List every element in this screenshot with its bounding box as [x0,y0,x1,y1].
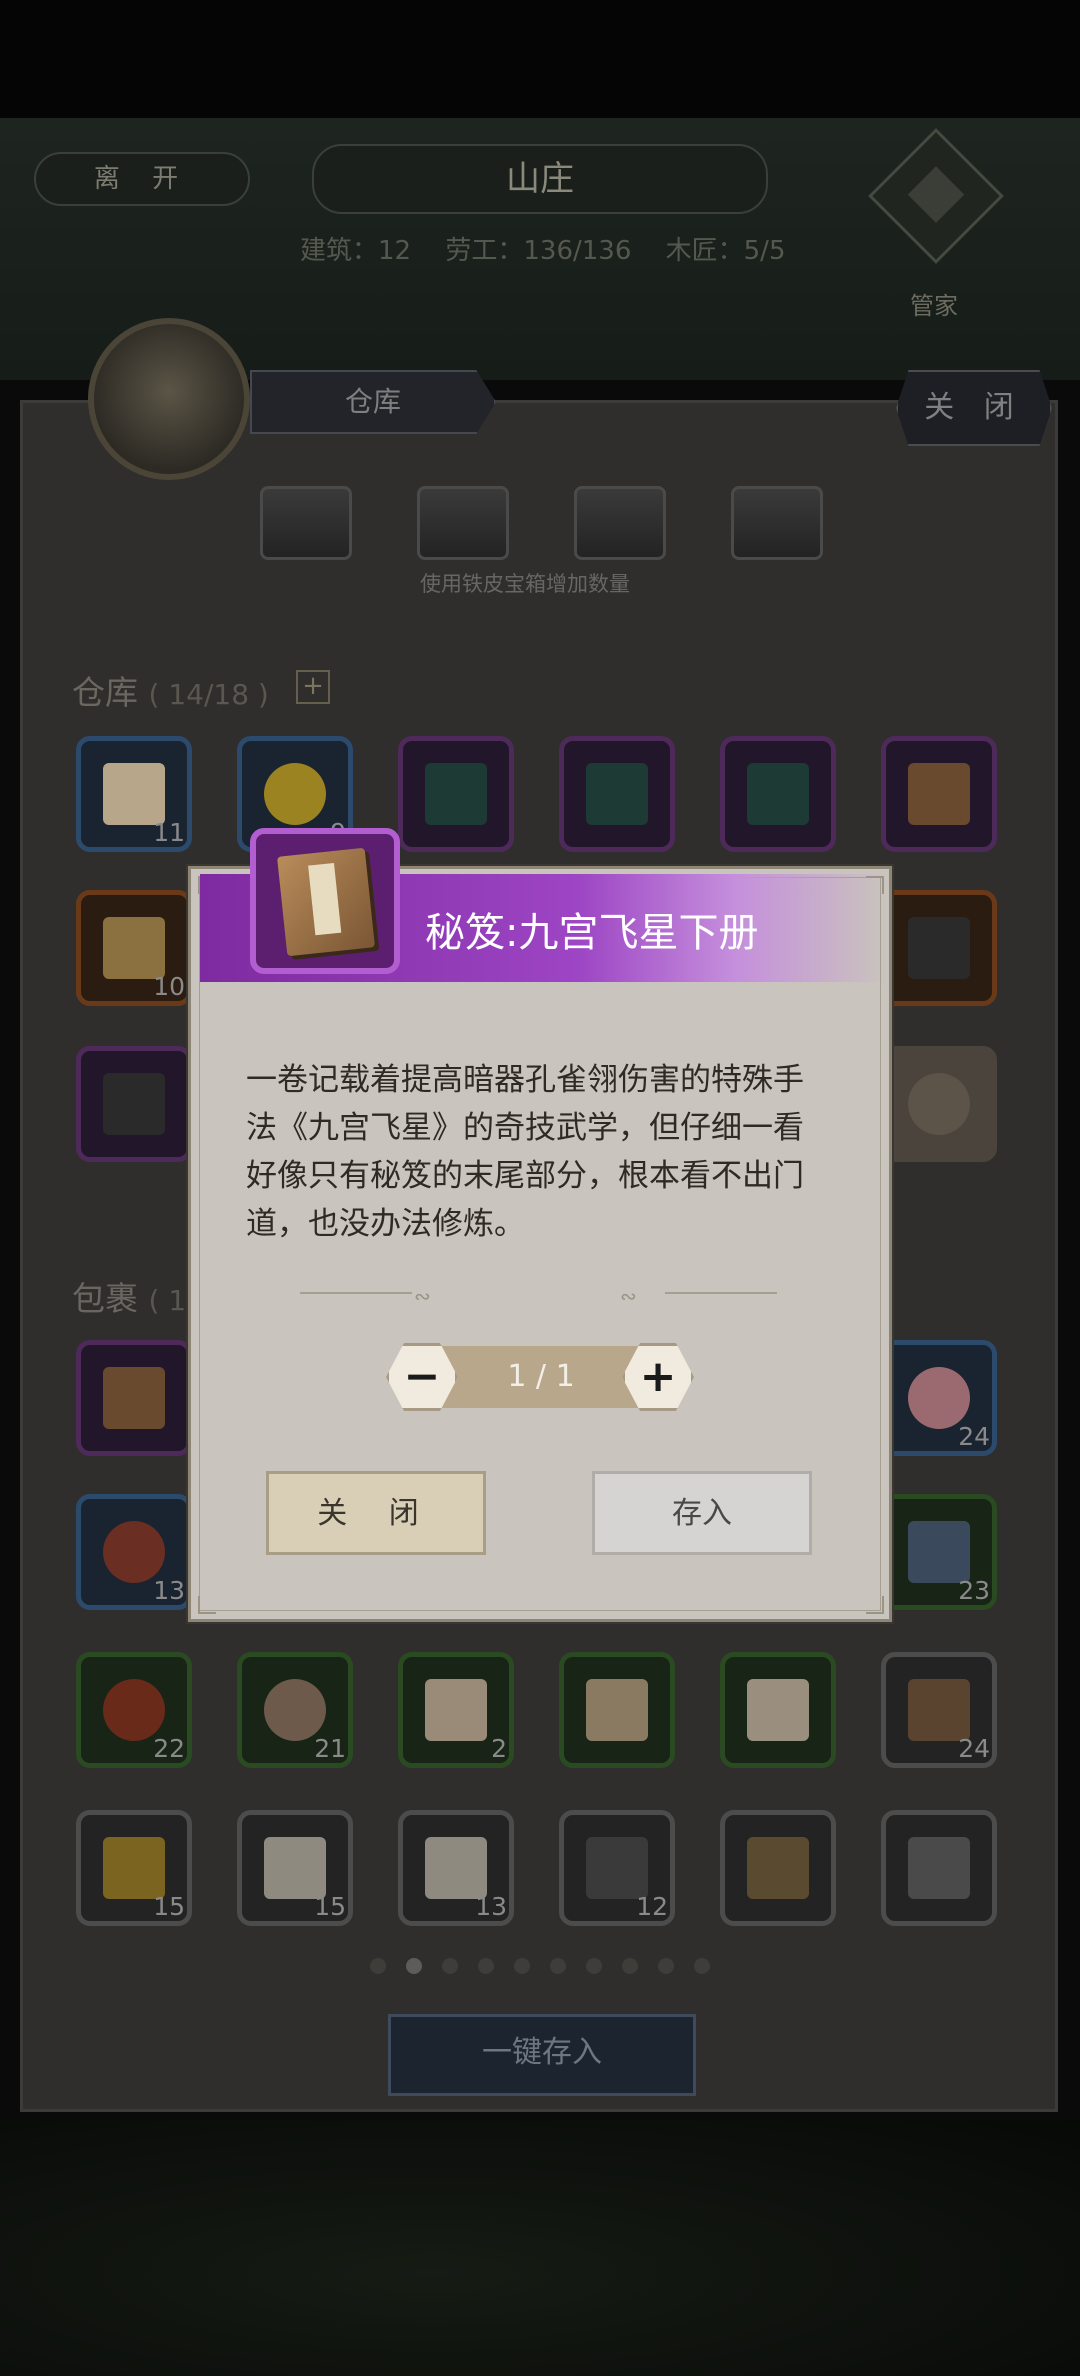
status-bar [0,0,1080,118]
book-icon [425,1837,487,1899]
food-icon [103,1679,165,1741]
item-count: 24 [958,1422,990,1451]
vase-icon [908,1521,970,1583]
dialog-title: 秘笈:九宫飞星下册 [425,910,759,956]
item-count: 2 [491,1734,507,1763]
item-count: 12 [636,1892,668,1921]
warehouse-slot[interactable]: 10 [76,890,192,1006]
expand-warehouse-button[interactable]: + [296,670,330,704]
warehouse-slot[interactable] [720,736,836,852]
warehouse-slot[interactable] [881,890,997,1006]
gold-ingot-icon [264,763,326,825]
bag-count: ( 1 [148,1284,187,1317]
item-count: 15 [314,1892,346,1921]
bag-slot[interactable]: 15 [237,1810,353,1926]
hidden-weapon-icon [908,917,970,979]
ornament-icon: ∾ [414,1284,431,1308]
bag-slot[interactable]: 23 [881,1494,997,1610]
hidden-weapon-icon [103,1073,165,1135]
mansion-emblem-icon [88,318,250,480]
item-count: 21 [314,1734,346,1763]
item-count: 22 [153,1734,185,1763]
bag-slot[interactable] [559,1652,675,1768]
whisk-icon [908,1837,970,1899]
book-icon [747,763,809,825]
leave-button[interactable]: 离 开 [34,152,250,206]
store-button[interactable]: 存入 [592,1471,812,1555]
background-foliage [0,2120,1080,2376]
bag-slot[interactable]: 24 [881,1652,997,1768]
item-count: 24 [958,1734,990,1763]
scroll-icon [586,1679,648,1741]
bag-slot[interactable]: 22 [76,1652,192,1768]
panel-close-button[interactable]: 关 闭 [896,370,1052,446]
warehouse-title: 仓库 [72,673,138,712]
bag-slot[interactable]: 2 [398,1652,514,1768]
scroll-icon [747,1679,809,1741]
estate-stats: 建筑：12 劳工：136/136 木匠：5/5 [300,230,812,267]
item-count: 15 [153,1892,185,1921]
bag-slot[interactable]: 21 [237,1652,353,1768]
item-count: 13 [475,1892,507,1921]
warehouse-count: ( 14/18 ) [148,678,269,711]
item-description: 一卷记载着提高暗器孔雀翎伤害的特殊手法《九宫飞星》的奇技武学，但仔细一看好像只有… [246,1062,804,1242]
manager-label: 管家 [910,292,958,320]
book-icon [908,763,970,825]
warehouse-slot[interactable]: 11 [76,736,192,852]
bag-slot[interactable]: 15 [76,1810,192,1926]
warehouse-slot[interactable] [398,736,514,852]
book-icon [264,1837,326,1899]
stat-carpenters: 木匠：5/5 [665,236,786,266]
chest-icon[interactable] [574,486,666,560]
ornament-icon: ∾ [620,1284,637,1308]
stat-buildings: 建筑：12 [300,236,412,266]
item-count: 11 [153,818,185,847]
divider [300,1292,412,1294]
dish-icon [264,1679,326,1741]
scroll-icon [103,763,165,825]
lotus-icon [908,1367,970,1429]
toad-statue-icon [747,1837,809,1899]
teapot-icon [103,1521,165,1583]
bag-slot[interactable] [76,1340,192,1456]
book-icon [425,763,487,825]
bag-title: 包裹 [72,1279,138,1318]
chest-icon[interactable] [260,486,352,560]
needles-icon [586,1837,648,1899]
bag-slot[interactable]: 13 [398,1810,514,1926]
item-icon-frame [250,828,400,974]
item-count: 10 [153,972,185,1001]
bag-slot[interactable]: 13 [76,1494,192,1610]
bag-slot[interactable] [720,1652,836,1768]
page-title: 山庄 [312,144,768,214]
item-count: 23 [958,1576,990,1605]
tab-warehouse[interactable]: 仓库 [250,370,496,434]
book-icon [103,1367,165,1429]
bag-slot[interactable] [881,1810,997,1926]
warehouse-slot[interactable] [881,736,997,852]
chest-icon[interactable] [417,486,509,560]
divider [665,1292,777,1294]
bag-slot[interactable]: 12 [559,1810,675,1926]
pouch-icon [908,1073,970,1135]
broom-icon [908,1679,970,1741]
book-icon [277,847,375,957]
deposit-all-button[interactable]: 一键存入 [388,2014,696,2096]
chest-icon[interactable] [731,486,823,560]
warehouse-slot[interactable] [76,1046,192,1162]
warehouse-slot[interactable] [559,736,675,852]
token-icon [103,917,165,979]
dialog-close-button[interactable]: 关 闭 [266,1471,486,1555]
bag-label: 包裹 ( 1 [72,1272,186,1320]
stat-laborers: 劳工：136/136 [445,236,632,266]
scroll-icon [425,1679,487,1741]
bag-slot[interactable]: 24 [881,1340,997,1456]
warehouse-label: 仓库 ( 14/18 ) [72,666,269,714]
book-icon [586,763,648,825]
goblet-icon [103,1837,165,1899]
item-count: 13 [153,1576,185,1605]
chest-tip: 使用铁皮宝箱增加数量 [420,572,630,596]
bag-slot[interactable] [720,1810,836,1926]
empty-slot[interactable] [881,1046,997,1162]
